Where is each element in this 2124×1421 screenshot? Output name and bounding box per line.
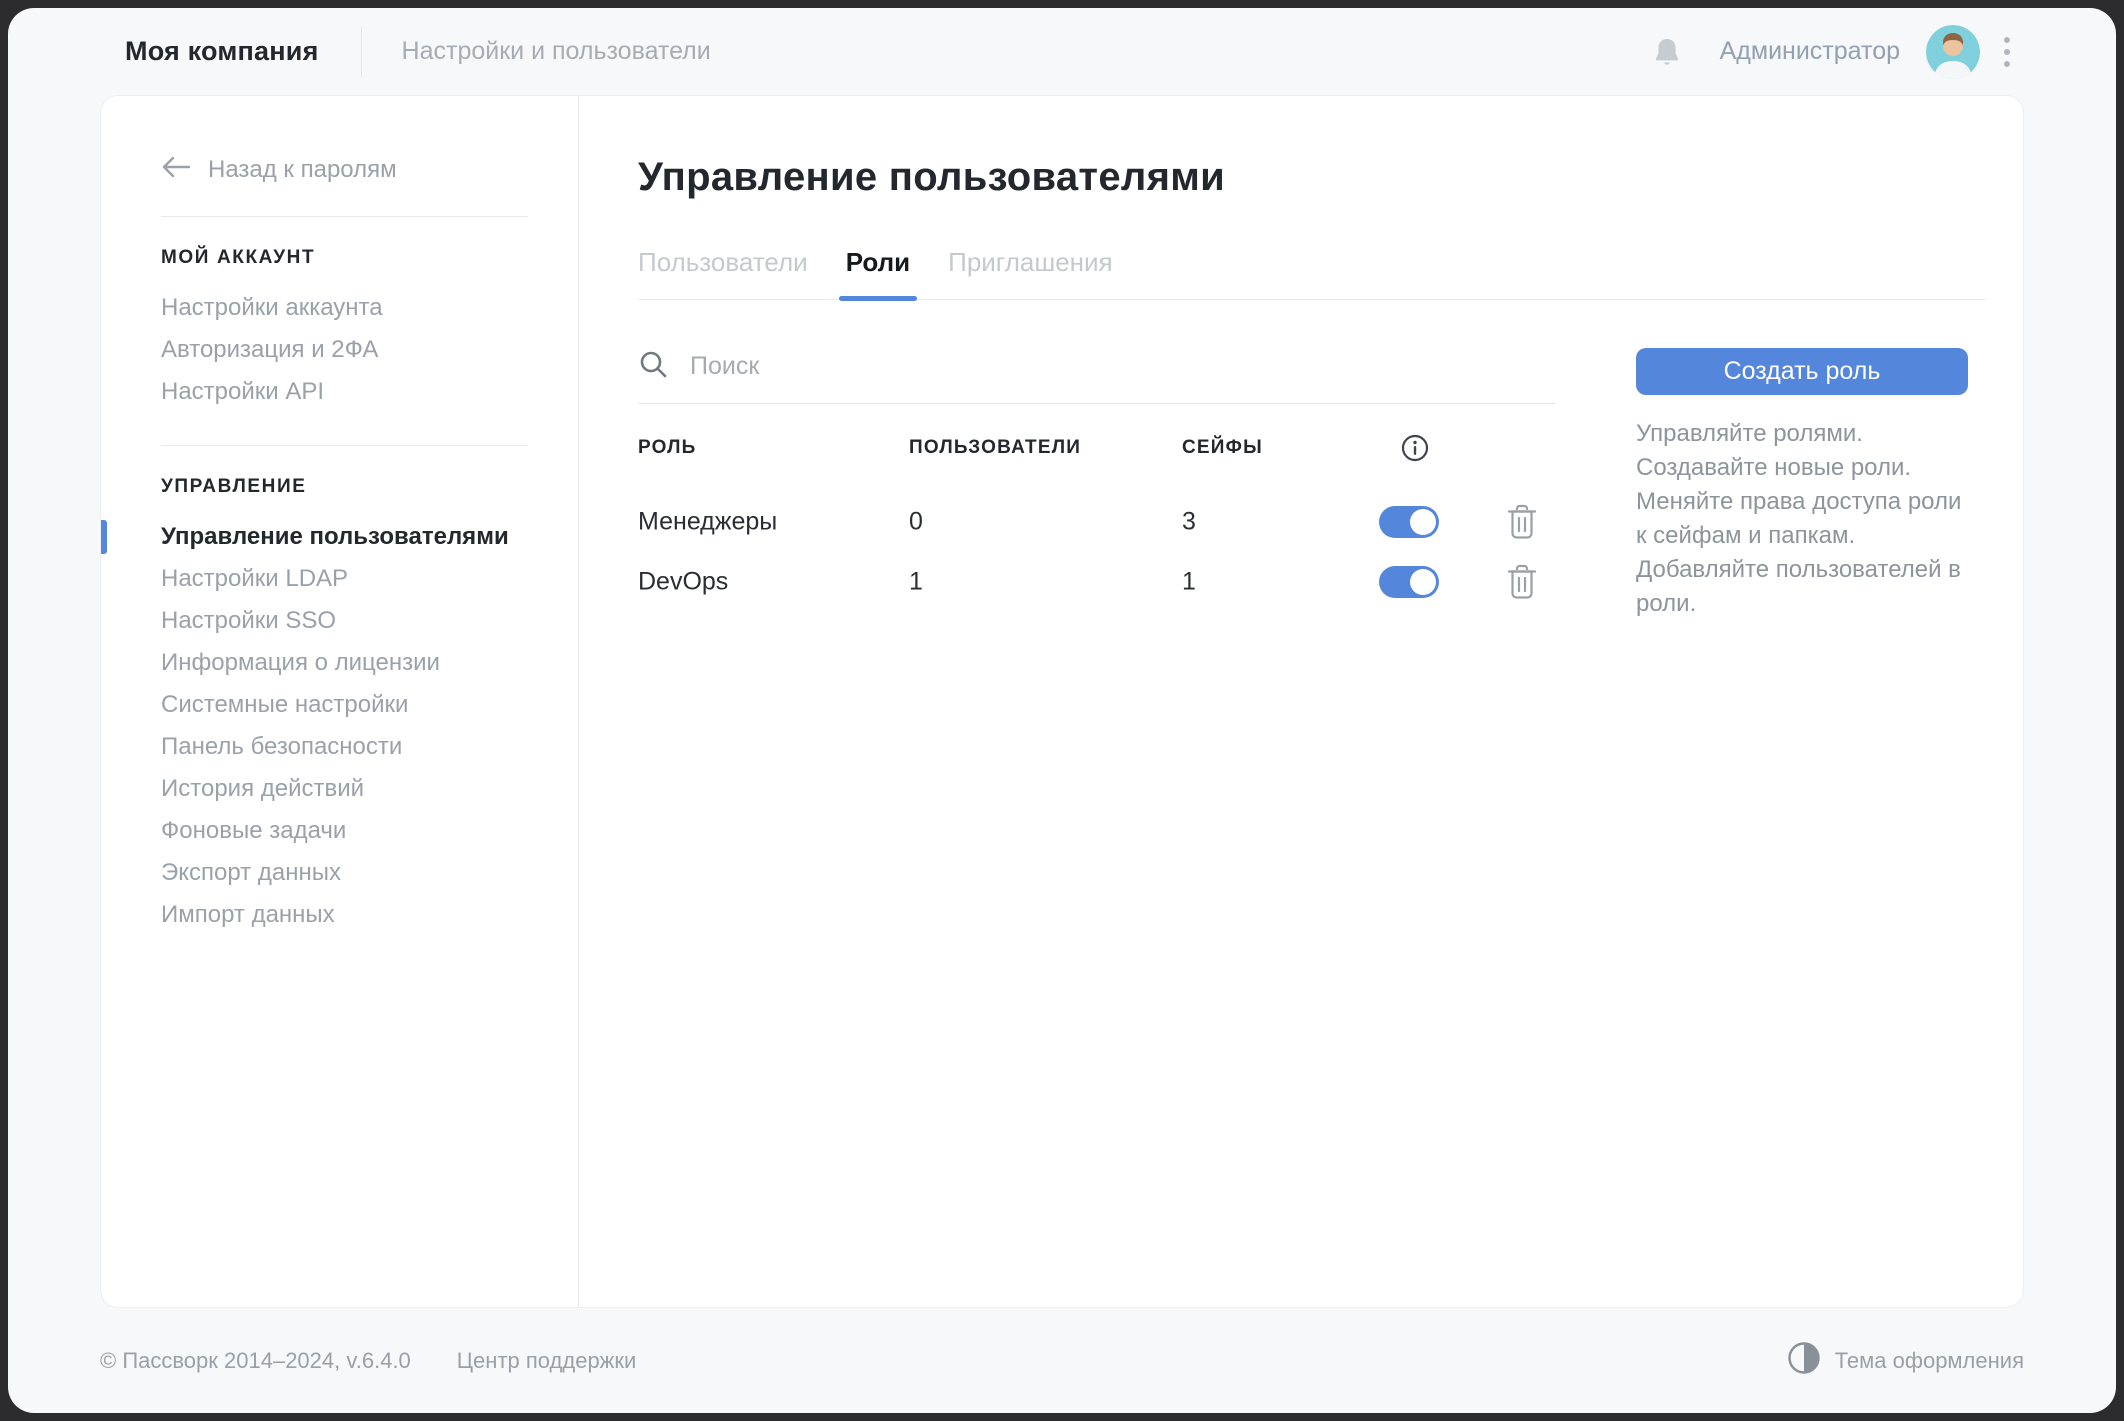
avatar[interactable] (1926, 25, 1980, 79)
kebab-menu-icon[interactable] (2002, 32, 2012, 72)
back-link-label: Назад к паролям (208, 156, 397, 184)
sidebar-item-license-info[interactable]: Информация о лицензии (161, 642, 528, 684)
role-name: Менеджеры (638, 508, 777, 537)
tab-roles[interactable]: Роли (846, 247, 910, 299)
search-icon (638, 349, 668, 384)
support-center-link[interactable]: Центр поддержки (457, 1348, 637, 1374)
notifications-bell-icon[interactable] (1652, 36, 1682, 68)
sidebar-item-data-import[interactable]: Импорт данных (161, 894, 528, 936)
sidebar-item-background-tasks[interactable]: Фоновые задачи (161, 810, 528, 852)
brand-title: Моя компания (125, 36, 319, 67)
copyright-text: © Пассворк 2014–2024, v.6.4.0 (100, 1348, 411, 1374)
table-header-row: РОЛЬ ПОЛЬЗОВАТЕЛИ СЕЙФЫ (638, 404, 1556, 492)
column-header-users: ПОЛЬЗОВАТЕЛИ (909, 437, 1081, 459)
sidebar-section-management: УПРАВЛЕНИЕ (161, 476, 528, 498)
sidebar-item-sso-settings[interactable]: Настройки SSO (161, 600, 528, 642)
arrow-left-icon (161, 155, 191, 186)
header-divider (361, 27, 362, 77)
sidebar-divider (161, 216, 528, 217)
sidebar-item-security-panel[interactable]: Панель безопасности (161, 726, 528, 768)
delete-role-button[interactable] (1505, 503, 1539, 541)
sidebar-item-account-settings[interactable]: Настройки аккаунта (161, 287, 528, 329)
column-header-role: РОЛЬ (638, 437, 697, 459)
footer: © Пассворк 2014–2024, v.6.4.0 Центр подд… (8, 1308, 2116, 1413)
roles-side-panel: Создать роль Управляйте ролями. Создавай… (1636, 348, 1988, 621)
delete-role-button[interactable] (1505, 563, 1539, 601)
role-users-count: 0 (909, 508, 923, 537)
table-row: Менеджеры 0 3 (638, 492, 1556, 552)
role-enabled-toggle[interactable] (1379, 506, 1439, 538)
tab-invitations[interactable]: Приглашения (948, 247, 1113, 299)
sidebar-item-data-export[interactable]: Экспорт данных (161, 852, 528, 894)
role-safes-count: 3 (1182, 508, 1196, 537)
sidebar-item-system-settings[interactable]: Системные настройки (161, 684, 528, 726)
theme-switcher-label: Тема оформления (1835, 1348, 2024, 1374)
app-window: Моя компания Настройки и пользователи Ад… (8, 8, 2116, 1413)
sidebar-item-api-settings[interactable]: Настройки API (161, 371, 528, 413)
back-to-passwords-link[interactable]: Назад к паролям (161, 149, 528, 191)
sidebar-item-activity-history[interactable]: История действий (161, 768, 528, 810)
theme-contrast-icon (1787, 1341, 1821, 1381)
sidebar-item-user-management[interactable]: Управление пользователями (161, 516, 528, 558)
top-bar: Моя компания Настройки и пользователи Ад… (8, 8, 2116, 95)
user-name: Администратор (1720, 37, 1900, 66)
role-safes-count: 1 (1182, 568, 1196, 597)
sidebar-divider (161, 445, 528, 446)
role-enabled-toggle[interactable] (1379, 566, 1439, 598)
sidebar-item-ldap-settings[interactable]: Настройки LDAP (161, 558, 528, 600)
role-users-count: 1 (909, 568, 923, 597)
header-section-title: Настройки и пользователи (402, 37, 711, 66)
column-header-safes: СЕЙФЫ (1182, 437, 1263, 459)
create-role-button[interactable]: Создать роль (1636, 348, 1968, 395)
header-actions: Администратор (1652, 25, 2116, 79)
theme-switcher[interactable]: Тема оформления (1787, 1341, 2024, 1381)
search-input[interactable] (688, 351, 1556, 382)
tab-users[interactable]: Пользователи (638, 247, 808, 299)
page-title: Управление пользователями (638, 153, 2023, 201)
sidebar-item-auth-2fa[interactable]: Авторизация и 2ФА (161, 329, 528, 371)
roles-panel: РОЛЬ ПОЛЬЗОВАТЕЛИ СЕЙФЫ Менеджеры 0 3 (638, 348, 1556, 612)
sidebar: Назад к паролям МОЙ АККАУНТ Настройки ак… (101, 96, 579, 1307)
table-row: DevOps 1 1 (638, 552, 1556, 612)
main-card: Назад к паролям МОЙ АККАУНТ Настройки ак… (100, 95, 2024, 1308)
tab-bar: Пользователи Роли Приглашения (638, 247, 1986, 300)
roles-description: Управляйте ролями. Создавайте новые роли… (1636, 417, 1976, 621)
content-area: Управление пользователями Пользователи Р… (579, 96, 2023, 1307)
sidebar-section-my-account: МОЙ АККАУНТ (161, 247, 528, 269)
info-icon[interactable] (1400, 433, 1430, 463)
search-field (638, 348, 1556, 404)
role-name: DevOps (638, 568, 728, 597)
